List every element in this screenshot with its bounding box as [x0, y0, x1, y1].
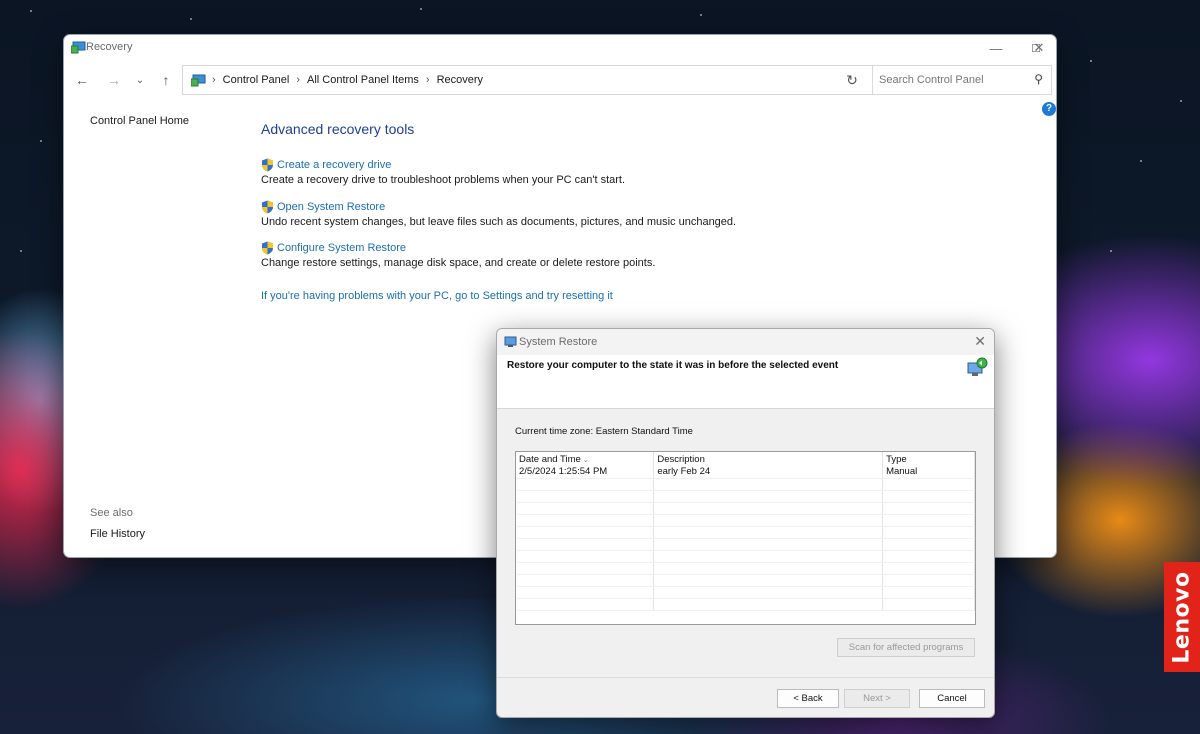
- close-button[interactable]: ✕: [1019, 35, 1056, 61]
- tool-description: Undo recent system changes, but leave fi…: [261, 216, 737, 228]
- empty-row: [516, 490, 975, 503]
- empty-row: [516, 562, 975, 575]
- empty-row: [516, 550, 975, 563]
- row-type: Manual: [882, 466, 975, 479]
- address-row: ← → ⌄ ↑ › Control Panel › All Control Pa…: [64, 65, 1056, 95]
- control-panel-icon: [191, 74, 206, 86]
- control-panel-home-link[interactable]: Control Panel Home: [90, 115, 250, 127]
- left-pane: Control Panel Home: [90, 115, 250, 127]
- minimize-icon: [976, 35, 1016, 61]
- configure-system-restore-link[interactable]: Configure System Restore: [261, 241, 655, 255]
- empty-row: [516, 574, 975, 587]
- cancel-button[interactable]: Cancel: [919, 689, 985, 708]
- uac-shield-icon: [262, 241, 273, 255]
- system-restore-large-icon: [967, 357, 988, 376]
- forward-arrow-icon[interactable]: →: [104, 70, 124, 90]
- page-title: Advanced recovery tools: [261, 121, 415, 137]
- tool-link-label[interactable]: Open System Restore: [277, 201, 385, 213]
- dialog-title-bar[interactable]: System Restore ✕: [497, 329, 994, 355]
- chevron-right-icon: ›: [296, 74, 300, 86]
- recent-locations-chevron-icon[interactable]: ⌄: [130, 70, 150, 90]
- star: [420, 8, 422, 10]
- star: [700, 14, 702, 16]
- back-button[interactable]: < Back: [777, 689, 839, 708]
- system-restore-dialog: System Restore ✕ Restore your computer t…: [496, 328, 995, 718]
- star: [30, 10, 32, 12]
- dialog-title: System Restore: [519, 336, 598, 348]
- column-header-label: Date and Time: [519, 453, 581, 465]
- empty-row: [516, 502, 975, 515]
- chevron-right-icon: ›: [212, 74, 216, 86]
- column-header-type[interactable]: Type: [882, 452, 975, 466]
- empty-row: [516, 598, 975, 611]
- tool-recovery-drive: Create a recovery drive Create a recover…: [261, 158, 625, 186]
- window-title: Recovery: [86, 41, 133, 53]
- tool-link-label[interactable]: Create a recovery drive: [277, 159, 391, 171]
- title-bar[interactable]: Recovery — ☐ ✕: [64, 35, 1056, 61]
- column-header-description[interactable]: Description: [653, 452, 884, 466]
- breadcrumb-all-items[interactable]: All Control Panel Items: [307, 74, 419, 86]
- uac-shield-icon: [262, 200, 273, 214]
- file-history-link[interactable]: File History: [90, 528, 145, 540]
- scan-affected-programs-button[interactable]: Scan for affected programs: [837, 638, 975, 657]
- tool-description: Create a recovery drive to troubleshoot …: [261, 174, 626, 186]
- dialog-close-icon[interactable]: ✕: [974, 333, 986, 350]
- star: [20, 250, 22, 252]
- address-bar[interactable]: › Control Panel › All Control Panel Item…: [182, 65, 932, 95]
- empty-row: [516, 586, 975, 599]
- breadcrumb-control-panel[interactable]: Control Panel: [223, 74, 290, 86]
- sort-caret-icon: ⌄: [582, 456, 589, 464]
- table-row[interactable]: 2/5/2024 1:25:54 PM early Feb 24 Manual: [516, 466, 975, 479]
- lenovo-logo: Lenovo: [1164, 562, 1200, 672]
- open-system-restore-link[interactable]: Open System Restore: [261, 200, 736, 214]
- star: [1090, 60, 1092, 62]
- tool-description: Change restore settings, manage disk spa…: [261, 257, 656, 269]
- empty-row: [516, 526, 975, 539]
- breadcrumb-recovery[interactable]: Recovery: [437, 74, 483, 86]
- table-header-row: Date and Time ⌄ Description Type: [516, 452, 975, 466]
- star: [1180, 100, 1182, 102]
- dialog-footer-divider: [497, 677, 994, 678]
- create-recovery-drive-link[interactable]: Create a recovery drive: [261, 158, 625, 172]
- tool-link-label[interactable]: Configure System Restore: [277, 242, 406, 254]
- dialog-header: Restore your computer to the state it wa…: [497, 355, 994, 409]
- star: [1110, 250, 1112, 252]
- help-icon[interactable]: ?: [1042, 102, 1056, 116]
- restore-points-table: Date and Time ⌄ Description Type 2/5/2024…: [515, 451, 976, 625]
- next-button[interactable]: Next >: [844, 689, 910, 708]
- refresh-icon[interactable]: ↻: [842, 70, 862, 90]
- empty-row: [516, 538, 975, 551]
- search-box: ⚲: [872, 65, 1052, 95]
- dialog-heading: Restore your computer to the state it wa…: [507, 360, 839, 371]
- star: [40, 140, 42, 142]
- empty-row: [516, 478, 975, 491]
- back-arrow-icon[interactable]: ←: [72, 70, 92, 90]
- tool-system-restore: Open System Restore Undo recent system c…: [261, 200, 736, 228]
- star: [190, 18, 192, 20]
- see-also-label: See also: [90, 507, 133, 519]
- up-arrow-icon[interactable]: ↑: [156, 70, 176, 90]
- system-restore-icon: [504, 336, 517, 347]
- timezone-label: Current time zone: Eastern Standard Time: [515, 426, 693, 437]
- chevron-right-icon: ›: [425, 74, 430, 86]
- empty-row: [516, 514, 975, 527]
- star: [1140, 160, 1142, 162]
- tool-configure-restore: Configure System Restore Change restore …: [261, 241, 655, 269]
- lenovo-logo-text: Lenovo: [1169, 570, 1195, 664]
- search-icon[interactable]: ⚲: [1034, 72, 1043, 86]
- reset-pc-link[interactable]: If you're having problems with your PC, …: [261, 290, 613, 302]
- row-date: 2/5/2024 1:25:54 PM: [516, 466, 655, 479]
- control-panel-icon: [71, 41, 86, 54]
- search-input[interactable]: [879, 74, 1019, 86]
- uac-shield-icon: [262, 158, 273, 172]
- row-description: early Feb 24: [653, 466, 884, 479]
- column-header-date[interactable]: Date and Time ⌄: [516, 452, 655, 466]
